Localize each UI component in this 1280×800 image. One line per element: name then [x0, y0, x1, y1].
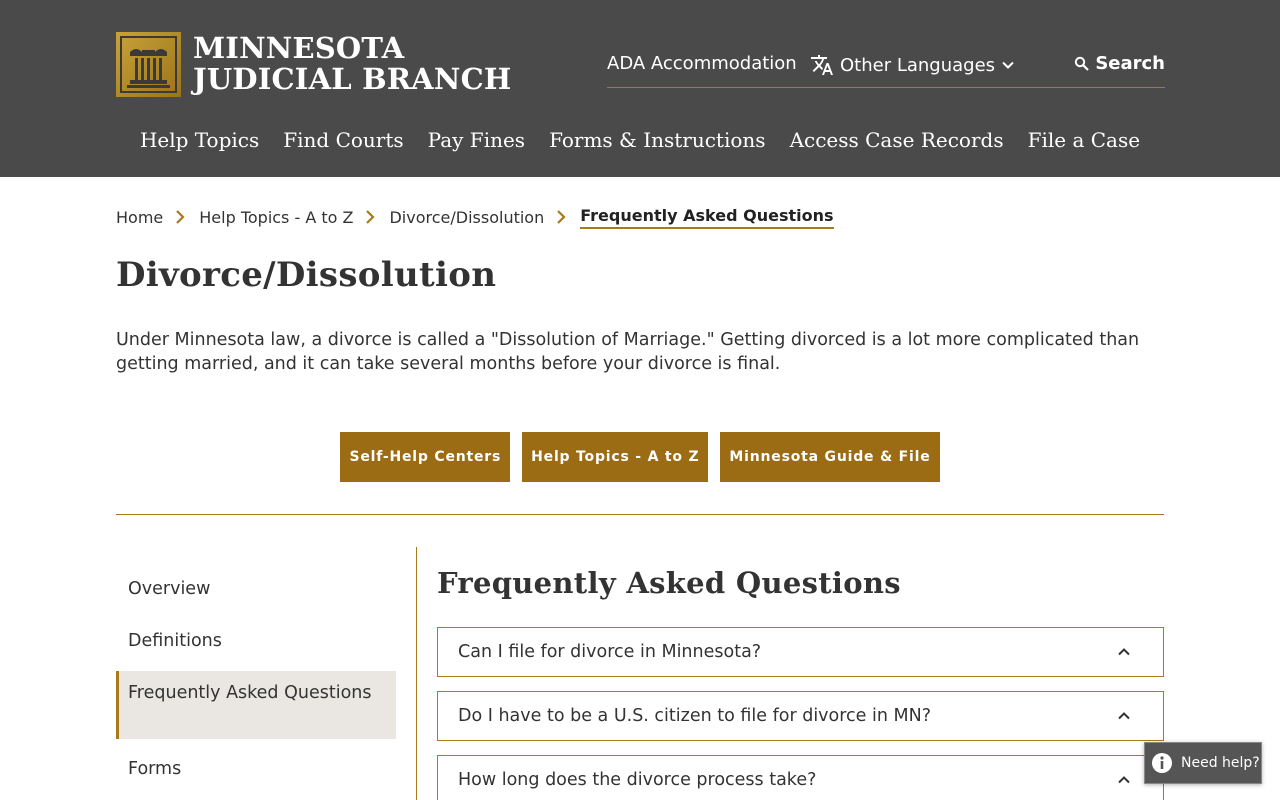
- site-logo[interactable]: MINNESOTA JUDICIAL BRANCH: [116, 32, 516, 98]
- logo-line-1: MINNESOTA: [193, 31, 405, 65]
- logo-line-2: JUDICIAL BRANCH: [193, 62, 512, 96]
- search-icon: [1075, 56, 1090, 71]
- column-divider: [416, 547, 417, 800]
- breadcrumb-help-topics[interactable]: Help Topics - A to Z: [199, 208, 353, 227]
- breadcrumb: Home Help Topics - A to Z Divorce/Dissol…: [116, 203, 834, 231]
- utility-nav: ADA Accommodation Other Languages Search: [607, 50, 1165, 88]
- chevron-up-icon: [1118, 648, 1130, 656]
- ada-accommodation-link[interactable]: ADA Accommodation: [607, 53, 797, 74]
- faq-question: Can I file for divorce in Minnesota?: [458, 642, 762, 662]
- other-languages-dropdown[interactable]: Other Languages: [810, 53, 1015, 77]
- chevron-right-icon: [366, 210, 376, 224]
- sidenav-forms[interactable]: Forms: [116, 757, 193, 781]
- nav-find-courts[interactable]: Find Courts: [283, 124, 403, 156]
- chevron-up-icon: [1118, 776, 1130, 784]
- nav-help-topics[interactable]: Help Topics: [140, 124, 259, 156]
- faq-question: How long does the divorce process take?: [458, 770, 817, 790]
- intro-text: Under Minnesota law, a divorce is called…: [116, 330, 1140, 374]
- faq-accordion-item[interactable]: Can I file for divorce in Minnesota?: [437, 627, 1164, 677]
- faq-accordion-item[interactable]: Do I have to be a U.S. citizen to file f…: [437, 691, 1164, 741]
- nav-file-a-case[interactable]: File a Case: [1028, 124, 1140, 156]
- main-nav: Help Topics Find Courts Pay Fines Forms …: [0, 124, 1280, 156]
- nav-forms-instructions[interactable]: Forms & Instructions: [549, 124, 765, 156]
- site-header: MINNESOTA JUDICIAL BRANCH ADA Accommodat…: [0, 0, 1280, 177]
- search-label: Search: [1095, 53, 1165, 74]
- info-icon: [1152, 753, 1172, 773]
- courthouse-pillar-icon: [116, 32, 181, 97]
- self-help-centers-button[interactable]: Self-Help Centers: [340, 432, 511, 482]
- faq-accordion-item[interactable]: How long does the divorce process take?: [437, 755, 1164, 800]
- section-divider: [116, 514, 1164, 515]
- chevron-up-icon: [1118, 712, 1130, 720]
- chevron-down-icon: [1002, 61, 1014, 69]
- other-languages-label: Other Languages: [840, 54, 996, 76]
- sidenav-overview[interactable]: Overview: [116, 577, 222, 601]
- chevron-right-icon: [557, 210, 566, 224]
- faq-heading: Frequently Asked Questions: [437, 566, 901, 600]
- nav-access-case-records[interactable]: Access Case Records: [790, 124, 1004, 156]
- help-topics-button[interactable]: Help Topics - A to Z: [522, 432, 709, 482]
- quick-links: Self-Help Centers Help Topics - A to Z M…: [0, 432, 1280, 482]
- chevron-right-icon: [176, 210, 185, 224]
- sidenav-faq-active[interactable]: Frequently Asked Questions: [116, 671, 396, 739]
- need-help-button[interactable]: Need help?: [1144, 742, 1262, 784]
- guide-and-file-button[interactable]: Minnesota Guide & File: [720, 432, 940, 482]
- need-help-label: Need help?: [1181, 755, 1260, 771]
- page-title: Divorce/Dissolution: [116, 255, 497, 295]
- sidenav-definitions[interactable]: Definitions: [116, 629, 234, 653]
- breadcrumb-current: Frequently Asked Questions: [580, 206, 834, 229]
- faq-question: Do I have to be a U.S. citizen to file f…: [458, 706, 932, 726]
- translate-icon: [811, 55, 833, 75]
- search-button[interactable]: Search: [1074, 53, 1165, 74]
- breadcrumb-home[interactable]: Home: [116, 208, 163, 227]
- breadcrumb-divorce[interactable]: Divorce/Dissolution: [389, 208, 544, 227]
- nav-pay-fines[interactable]: Pay Fines: [428, 124, 525, 156]
